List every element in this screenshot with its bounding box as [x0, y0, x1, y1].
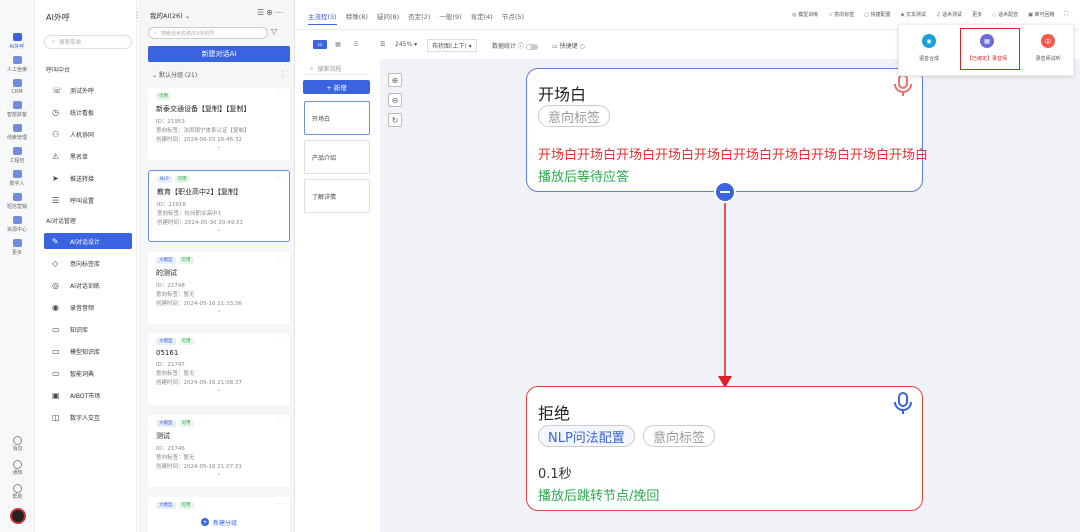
nlp-config-chip[interactable]: NLP问法配置: [538, 425, 635, 447]
node-title: 开场白: [538, 85, 587, 104]
node-script-text: 开场白开场白开场白开场白开场白开场白开场白开场白开场白开场白: [538, 148, 929, 163]
intent-tag-chip[interactable]: 意向标签: [538, 105, 611, 127]
voice-synthesis-option[interactable]: ◉ 语音合成: [904, 34, 954, 62]
node-action-text: 播放后等待应答: [538, 170, 630, 185]
node-title: 拒绝: [538, 404, 571, 423]
flow-node-reject[interactable]: 拒绝 NLP问法配置 意向标签 0.1秒 播放后跳转节点/挽回: [526, 386, 923, 511]
node-duration: 0.1秒: [538, 467, 572, 482]
recorder-preview-option[interactable]: 中录音师试听: [1023, 34, 1073, 62]
flow-node-opening[interactable]: 开场白 意向标签 开场白开场白开场白开场白开场白开场白开场白开场白开场白开场白 …: [526, 68, 928, 192]
intent-tag-chip[interactable]: 意向标签: [643, 425, 716, 447]
speech-synthesis-icon: ◉: [922, 34, 936, 48]
collapse-node-button[interactable]: [714, 181, 736, 203]
selected-option-highlight: [960, 28, 1020, 70]
preview-icon: 中: [1041, 34, 1055, 48]
node-action-text: 播放后跳转节点/挽回: [538, 489, 660, 504]
minus-icon: [720, 191, 730, 193]
microphone-icon[interactable]: [893, 73, 913, 97]
microphone-icon[interactable]: [893, 391, 913, 415]
